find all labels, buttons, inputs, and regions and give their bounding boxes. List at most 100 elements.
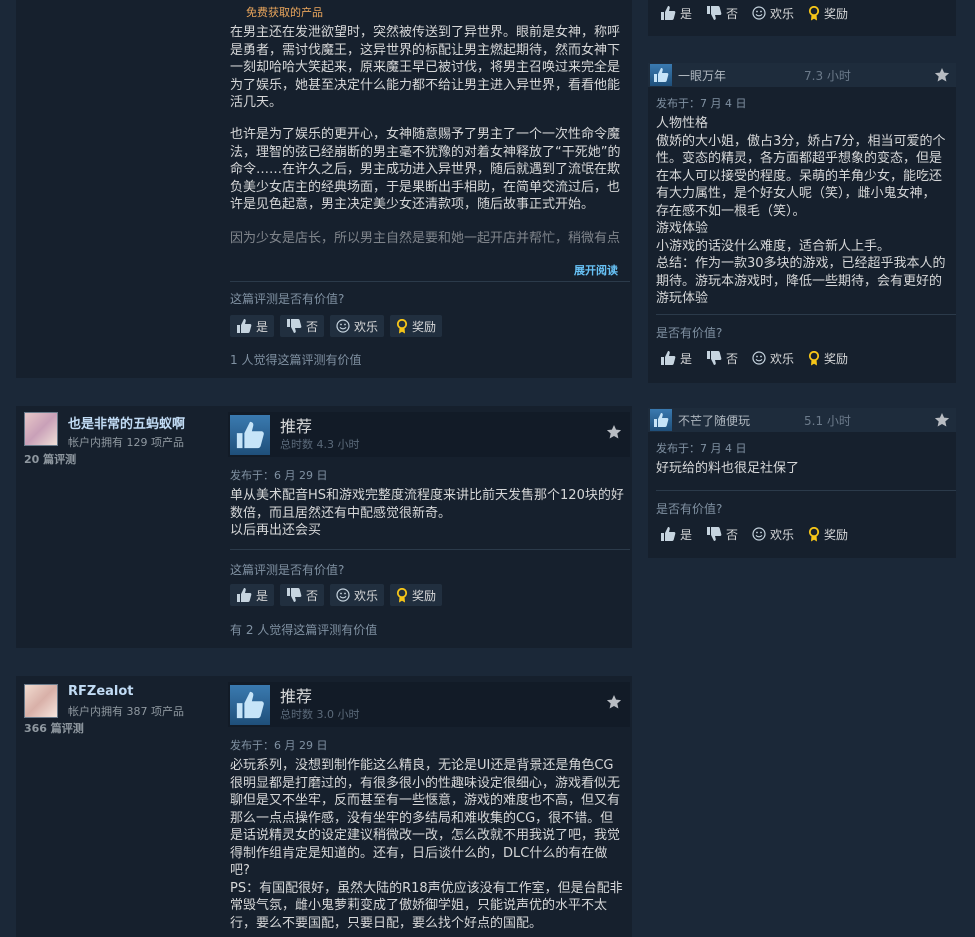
thumbs-down-icon xyxy=(706,351,722,365)
award-icon xyxy=(396,587,408,603)
expand-review-link[interactable]: 展开阅读 xyxy=(574,262,618,278)
vote-funny-label: 欢乐 xyxy=(770,6,795,21)
vote-yes-button[interactable]: 是 xyxy=(656,347,696,369)
vote-no-button[interactable]: 否 xyxy=(280,315,325,337)
vote-yes-label: 是 xyxy=(256,319,269,334)
award-label: 奖励 xyxy=(412,319,437,334)
thumbs-down-icon xyxy=(706,6,722,20)
review-text-para2: 也许是为了娱乐的更开心，女神随意赐予了男主了一个一次性命令魔法，理智的弦已经崩断… xyxy=(230,127,621,212)
vote-funny-button[interactable]: 欢乐 xyxy=(748,2,798,24)
side-review-header[interactable]: 不芒了随便玩 5.1 小时 xyxy=(648,408,956,432)
avatar[interactable] xyxy=(24,412,58,446)
thumbs-up-icon xyxy=(650,64,672,86)
side-review-author: 一眼万年 xyxy=(678,68,727,83)
vote-buttons: 是 否 欢乐 奖励 xyxy=(230,584,443,606)
vote-buttons: 是 否 欢乐 奖励 xyxy=(656,523,852,545)
review-count[interactable]: 366 篇评测 xyxy=(24,720,84,736)
posted-date: 发布于：7 月 4 日 xyxy=(656,97,747,110)
helpful-question: 这篇评测是否有价值? xyxy=(230,292,345,306)
award-button[interactable]: 奖励 xyxy=(804,2,852,24)
recommendation-header[interactable]: 推荐 总时数 3.0 小时 xyxy=(228,682,630,727)
star-icon[interactable] xyxy=(606,694,622,713)
star-icon[interactable] xyxy=(934,67,950,86)
review-card-1: 免费获取的产品 在男主还在发泄欲望时，突然被传送到了异世界。眼前是女神，称呼是勇… xyxy=(16,0,632,378)
side-review-header[interactable]: 一眼万年 7.3 小时 xyxy=(648,63,956,87)
posted-date: 发布于：6 月 29 日 xyxy=(230,739,328,752)
vote-funny-button[interactable]: 欢乐 xyxy=(330,315,385,337)
side-review-text: 好玩给的料也很足社保了 xyxy=(656,461,800,476)
award-button[interactable]: 奖励 xyxy=(804,347,852,369)
vote-no-button[interactable]: 否 xyxy=(702,523,742,545)
vote-funny-label: 欢乐 xyxy=(354,319,379,334)
vote-funny-label: 欢乐 xyxy=(354,588,379,603)
vote-no-button[interactable]: 否 xyxy=(702,347,742,369)
recommendation-header[interactable]: 推荐 总时数 4.3 小时 xyxy=(228,412,630,457)
posted-date: 发布于：6 月 29 日 xyxy=(230,469,328,482)
vote-yes-label: 是 xyxy=(680,527,693,542)
vote-yes-button[interactable]: 是 xyxy=(230,315,275,337)
vote-funny-label: 欢乐 xyxy=(770,527,795,542)
vote-yes-button[interactable]: 是 xyxy=(230,584,275,606)
thumbs-down-icon xyxy=(706,527,722,541)
smiley-icon xyxy=(752,6,766,20)
smiley-icon xyxy=(336,319,350,333)
review-text: 必玩系列，没想到制作能这么精良，无论是UI还是背景还是角色CG很明显都是打磨过的… xyxy=(230,758,623,931)
thumbs-up-icon xyxy=(660,527,676,541)
products-owned[interactable]: 帐户内拥有 387 项产品 xyxy=(68,703,184,719)
posted-date: 发布于：7 月 4 日 xyxy=(656,442,747,455)
smiley-icon xyxy=(752,527,766,541)
side-review-hours: 7.3 小时 xyxy=(804,68,851,83)
award-icon xyxy=(396,318,408,334)
vote-buttons: 是 否 欢乐 奖励 xyxy=(656,2,852,24)
vote-yes-button[interactable]: 是 xyxy=(656,2,696,24)
avatar[interactable] xyxy=(24,684,58,718)
vote-funny-button[interactable]: 欢乐 xyxy=(748,347,798,369)
helpful-question: 是否有价值? xyxy=(656,502,723,516)
vote-buttons: 是 否 欢乐 奖励 xyxy=(656,347,852,369)
thumbs-up-icon xyxy=(650,409,672,431)
vote-buttons: 是 否 欢乐 奖励 xyxy=(230,315,443,337)
thumbs-down-icon xyxy=(286,319,302,333)
award-button[interactable]: 奖励 xyxy=(804,523,852,545)
award-label: 奖励 xyxy=(824,6,849,21)
vote-no-label: 否 xyxy=(306,319,319,334)
vote-no-label: 否 xyxy=(726,6,739,21)
smiley-icon xyxy=(752,351,766,365)
smiley-icon xyxy=(336,588,350,602)
vote-yes-label: 是 xyxy=(680,351,693,366)
award-icon xyxy=(808,5,820,21)
vote-funny-button[interactable]: 欢乐 xyxy=(330,584,385,606)
review-author-name[interactable]: RFZealot xyxy=(68,684,134,699)
vote-yes-label: 是 xyxy=(256,588,269,603)
vote-no-button[interactable]: 否 xyxy=(280,584,325,606)
review-count[interactable]: 20 篇评测 xyxy=(24,451,76,467)
award-label: 奖励 xyxy=(824,351,849,366)
playtime-hours: 总时数 4.3 小时 xyxy=(280,437,360,451)
playtime-hours: 总时数 3.0 小时 xyxy=(280,707,360,721)
side-review-text: 人物性格 傲娇的大小姐，傲占3分，娇占7分，相当可爱的个性。变态的精灵，各方面都… xyxy=(656,116,946,306)
star-icon[interactable] xyxy=(934,412,950,431)
review-author-name[interactable]: 也是非常的五蚂蚁啊 xyxy=(68,413,185,432)
vote-no-label: 否 xyxy=(726,351,739,366)
recommended-thumb-icon xyxy=(230,414,270,455)
side-review-hours: 5.1 小时 xyxy=(804,413,851,428)
products-owned[interactable]: 帐户内拥有 129 项产品 xyxy=(68,434,184,450)
vote-yes-button[interactable]: 是 xyxy=(656,523,696,545)
free-product-label: 免费获取的产品 xyxy=(246,6,323,19)
thumbs-up-icon xyxy=(660,6,676,20)
star-icon[interactable] xyxy=(606,424,622,443)
helpful-count: 1 人觉得这篇评测有价值 xyxy=(230,353,362,367)
recommended-thumb-icon xyxy=(230,684,270,725)
recommendation-title: 推荐 xyxy=(280,416,313,436)
divider xyxy=(656,314,956,315)
review-text-para3: 因为少女是店长，所以男主自然是要和她一起开店并帮忙，稍微有点 xyxy=(230,231,621,246)
helpful-count: 有 2 人觉得这篇评测有价值 xyxy=(230,623,378,637)
vote-no-label: 否 xyxy=(726,527,739,542)
vote-funny-button[interactable]: 欢乐 xyxy=(748,523,798,545)
helpful-question: 是否有价值? xyxy=(656,326,723,340)
award-button[interactable]: 奖励 xyxy=(390,315,443,337)
award-button[interactable]: 奖励 xyxy=(390,584,443,606)
vote-no-button[interactable]: 否 xyxy=(702,2,742,24)
review-text-para1: 在男主还在发泄欲望时，突然被传送到了异世界。眼前是女神，称呼是勇者，需讨伐魔王，… xyxy=(230,25,621,110)
divider xyxy=(656,490,956,491)
